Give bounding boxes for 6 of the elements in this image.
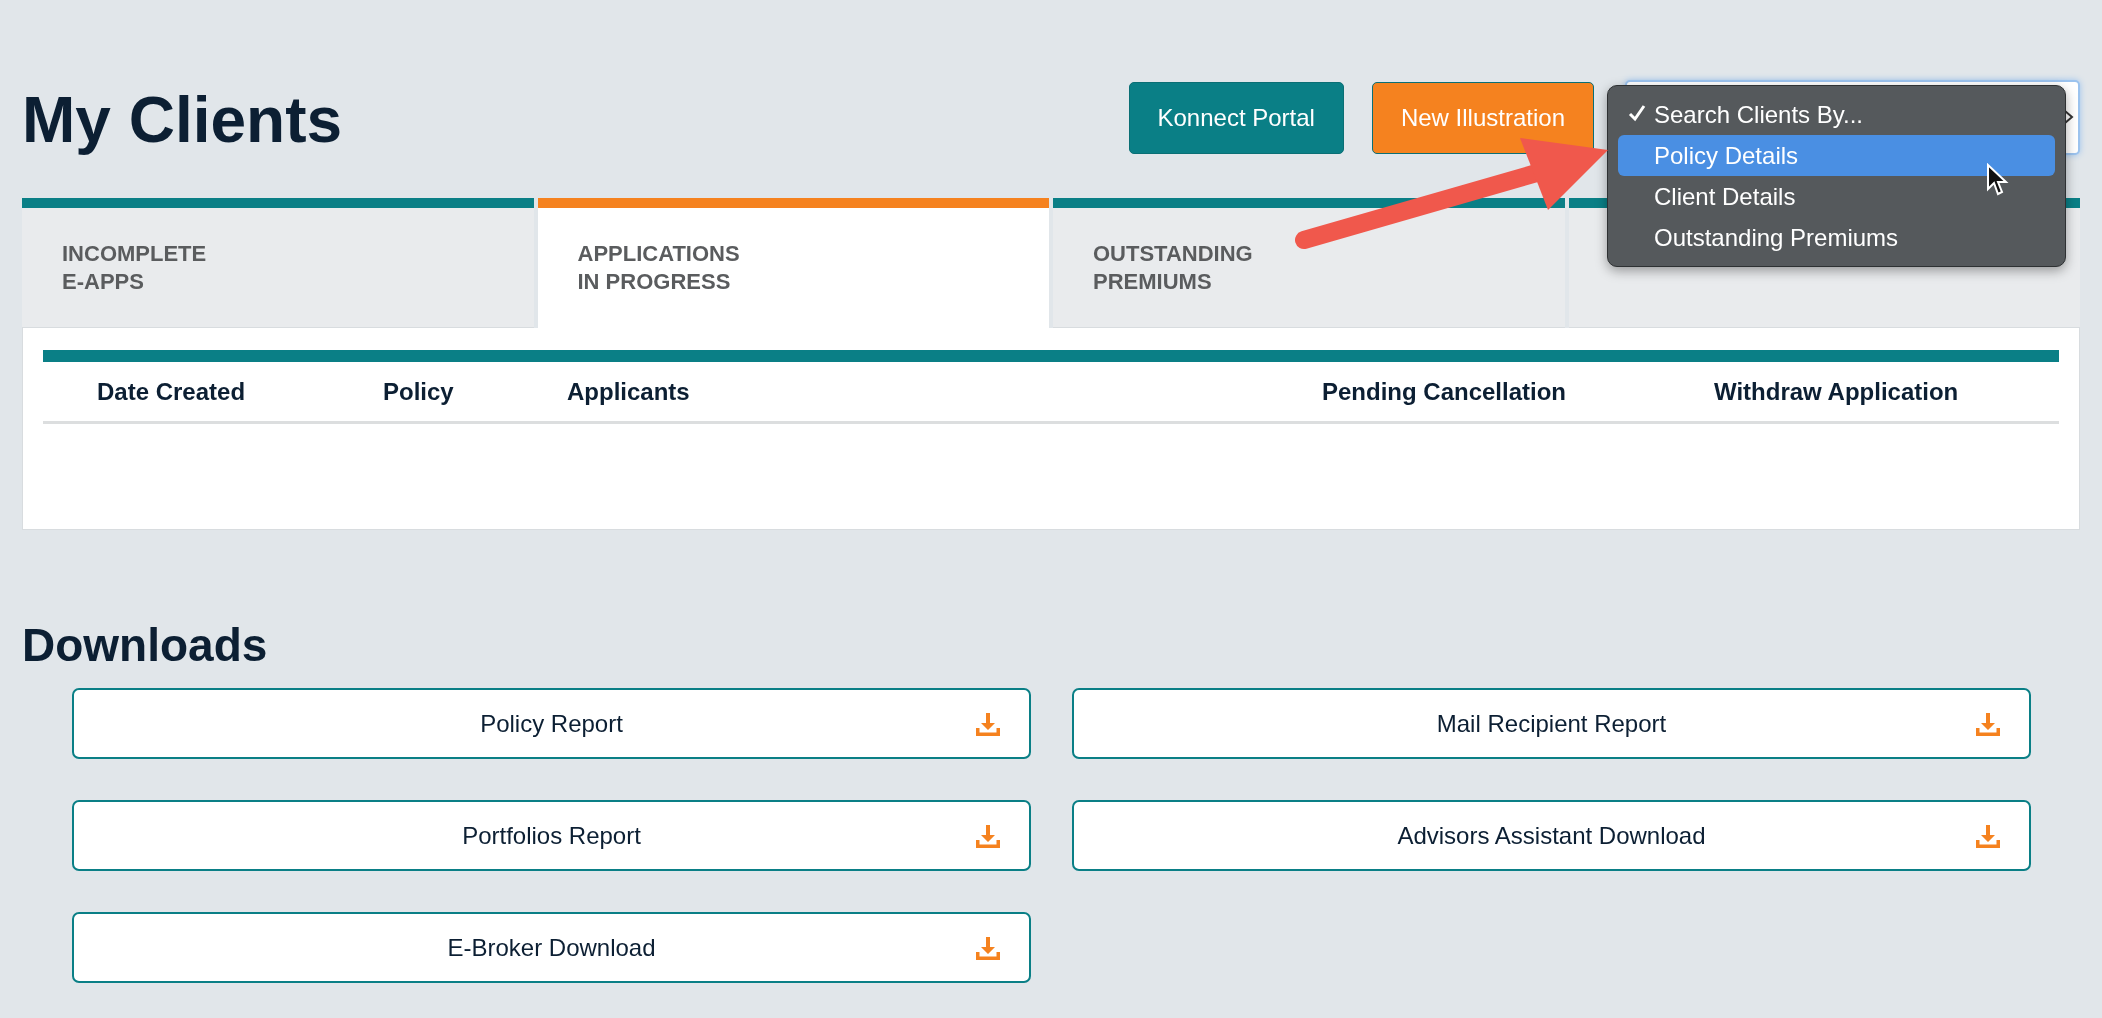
column-header: Applicants bbox=[567, 376, 691, 407]
column-header: Policy bbox=[383, 376, 455, 407]
section-title: Downloads bbox=[22, 622, 269, 668]
column-header: Pending Cancellation bbox=[1322, 376, 1568, 407]
column-header: Date Created bbox=[97, 376, 247, 407]
column-header: Withdraw Application bbox=[1714, 376, 1960, 407]
